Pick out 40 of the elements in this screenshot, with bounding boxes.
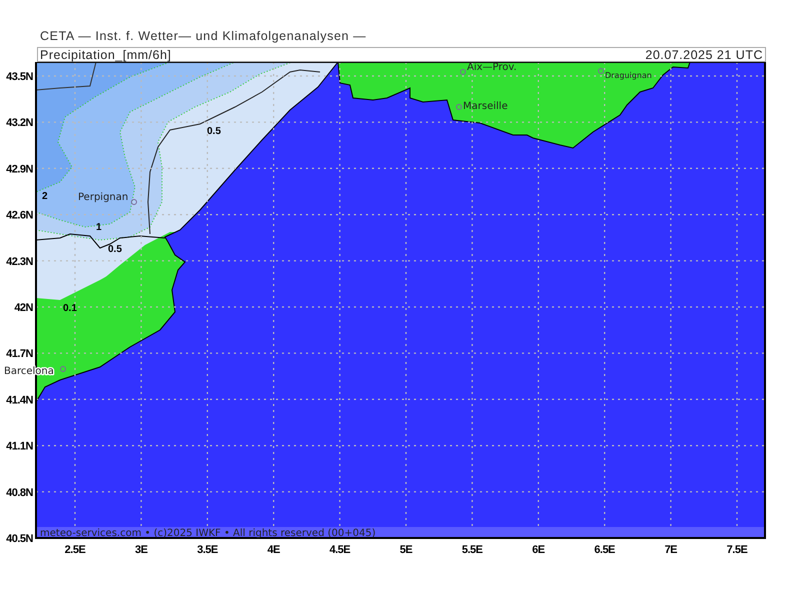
latitude-label: 42.3N: [6, 256, 33, 268]
copyright-text: meteo-services.com • (c)2025 IWKF • All rights reserved (00+045): [40, 528, 376, 539]
contour-label: 0.1: [63, 303, 77, 314]
longitude-label: 6E: [532, 544, 545, 556]
city-marker-icon: [456, 104, 462, 110]
longitude-label: 5E: [400, 544, 412, 556]
city-marker-icon: [60, 366, 66, 372]
contour-label: 0.5: [207, 126, 221, 137]
contour-label: 2: [42, 191, 48, 202]
latitude-label: 40.5N: [6, 533, 33, 545]
city-label: Draguignan: [605, 71, 652, 80]
city-marker-icon: [460, 69, 466, 75]
latitude-label: 42N: [14, 302, 33, 314]
city-marker-icon: [131, 199, 137, 205]
latitude-label: 40.8N: [6, 486, 33, 499]
page-title: CETA — Inst. f. Wetter— und Klimafolgenanalysen —: [39, 28, 368, 45]
contour-label: 1: [96, 222, 102, 233]
city-label: Aix—Prov.: [467, 62, 517, 73]
latitude-label: 43.5N: [6, 71, 33, 83]
latitude-label: 41.1N: [6, 440, 33, 453]
longitude-label: 4E: [267, 544, 280, 556]
latitude-label: 42.9N: [6, 163, 33, 176]
variable-label: Precipitation_[mm/6h]: [40, 48, 172, 62]
city-marker-icon: [598, 68, 604, 74]
longitude-label: 7E: [664, 544, 678, 556]
contour-label: 0.5: [108, 244, 122, 255]
latitude-label: 42.6N: [6, 210, 33, 222]
longitude-label: 6.5E: [594, 544, 615, 556]
longitude-label: 4.5E: [329, 544, 350, 556]
latitude-label: 43.2N: [6, 117, 33, 130]
city-label: Perpignan: [78, 192, 128, 203]
longitude-label: 3.5E: [197, 544, 218, 556]
longitude-label: 5.5E: [462, 544, 483, 556]
valid-time-label: 20.07.2025 21 UTC: [645, 48, 763, 62]
longitude-label: 2.5E: [64, 544, 86, 556]
longitude-label: 7.5E: [726, 544, 748, 556]
longitude-label: 3E: [134, 544, 148, 556]
city-label: Marseille: [463, 101, 508, 112]
latitude-label: 41.4N: [6, 394, 33, 406]
latitude-label: 41.7N: [6, 348, 33, 360]
